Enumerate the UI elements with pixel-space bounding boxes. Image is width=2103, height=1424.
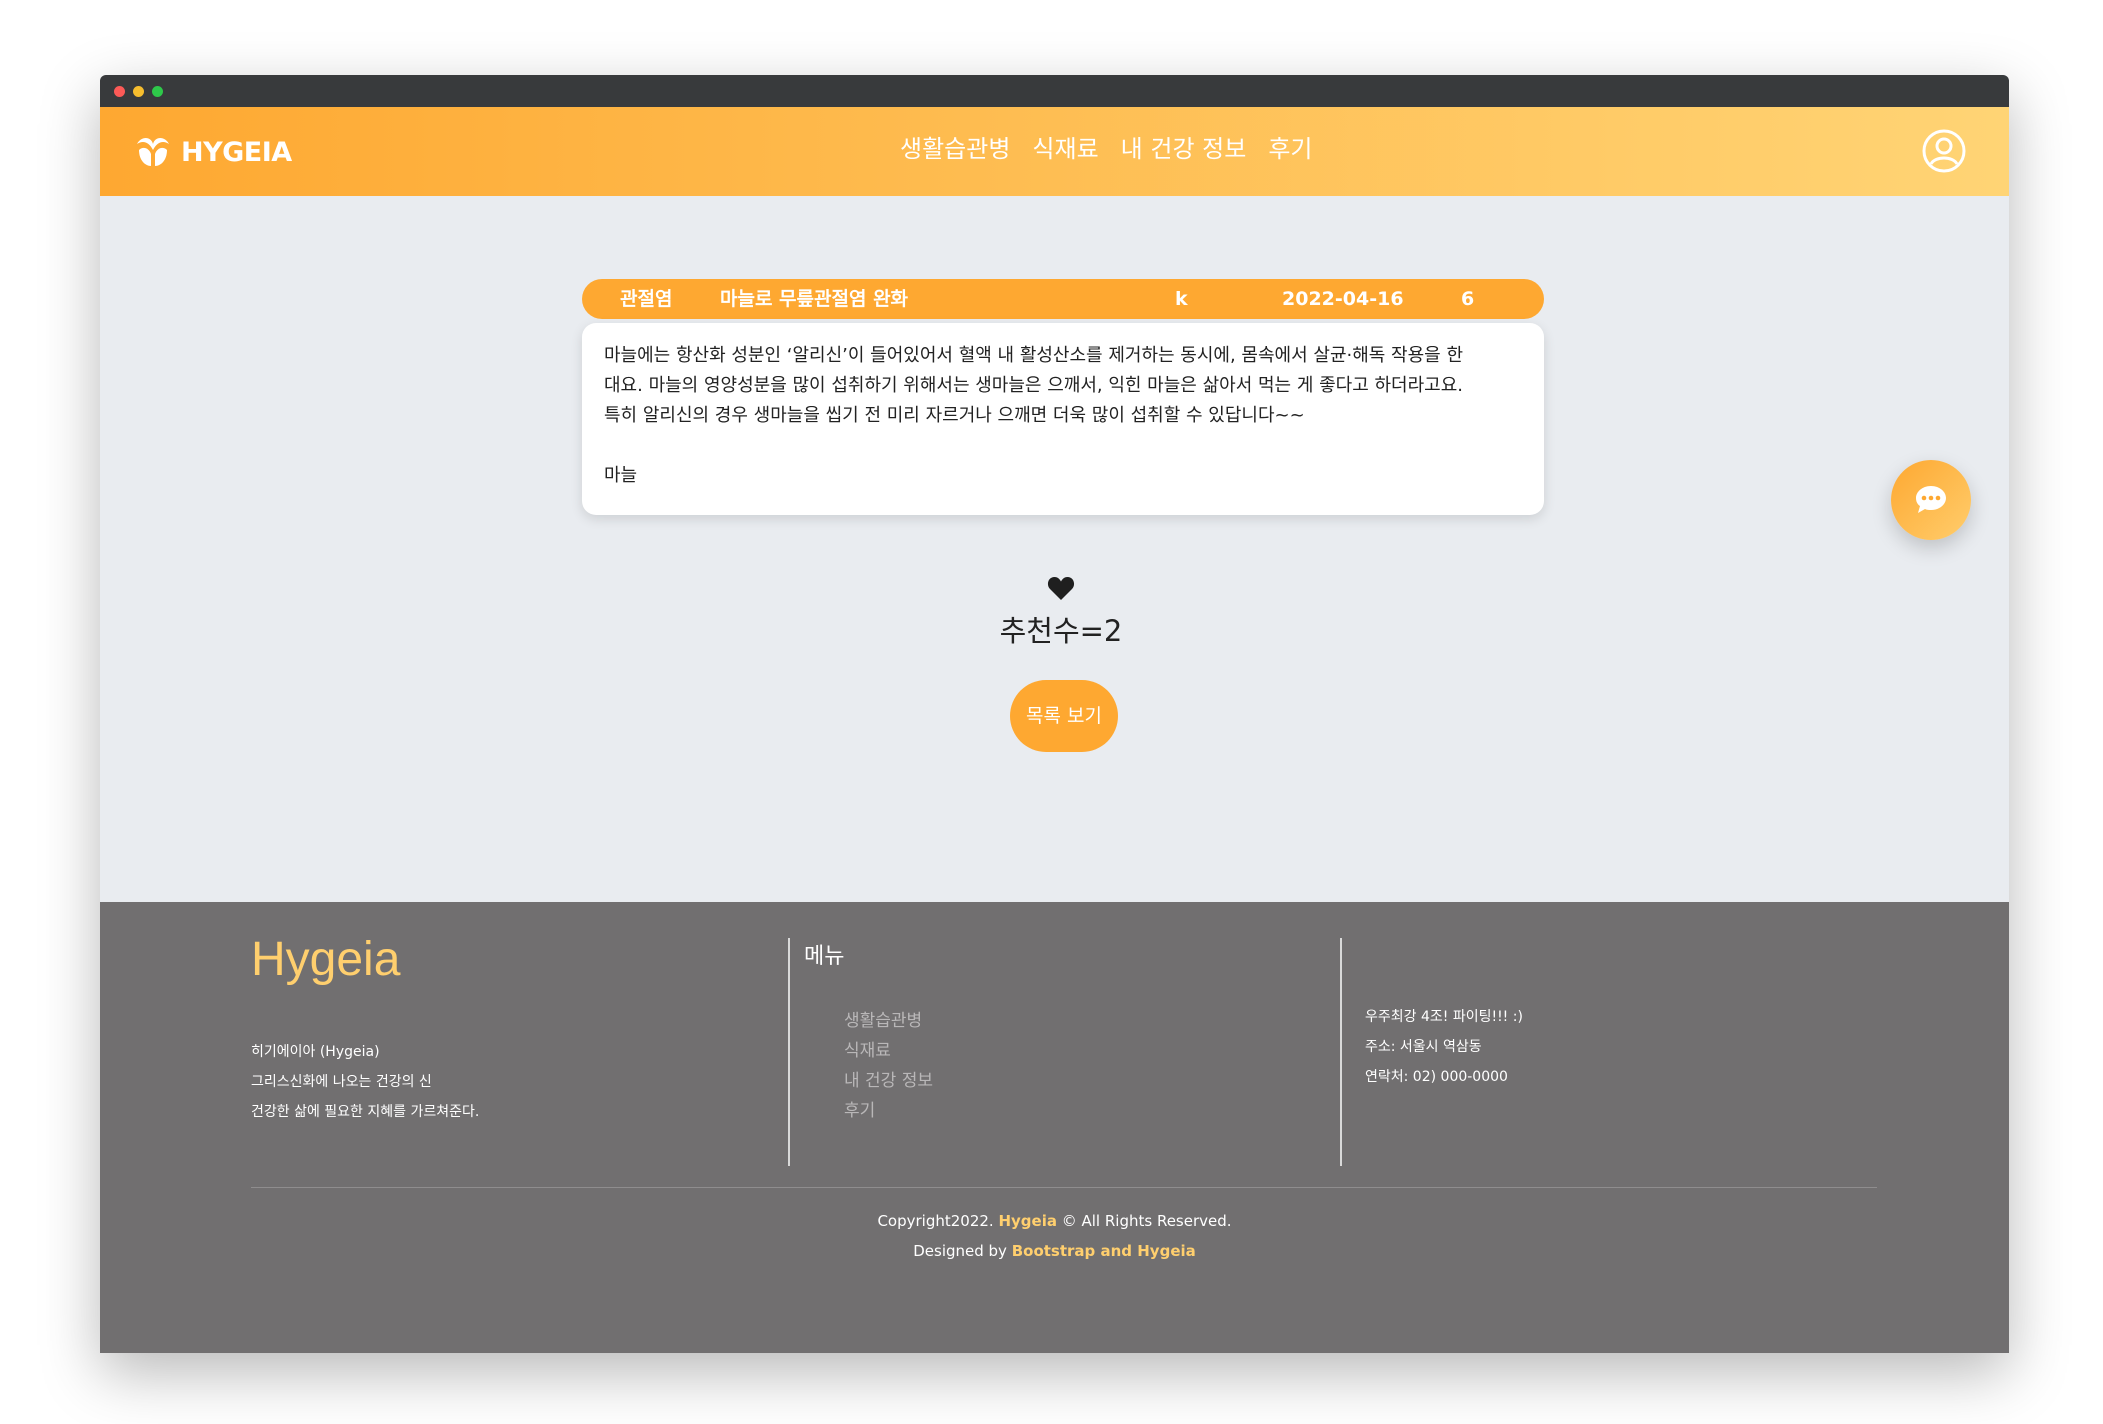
- post-body: 마늘에는 항산화 성분인 ‘알리신’이 들어있어서 혈액 내 활성산소를 제거하…: [582, 323, 1544, 515]
- copyright-prefix: Copyright2022.: [877, 1212, 999, 1230]
- footer-menu-item-ingredients[interactable]: 식재료: [844, 1036, 933, 1066]
- minimize-window-button[interactable]: [133, 86, 144, 97]
- footer-contact-line: 우주최강 4조! 파이팅!!! :): [1365, 1009, 1523, 1025]
- window-titlebar: [100, 75, 2009, 107]
- post-header: 관절염 마늘로 무릎관절염 완화 k 2022-04-16 6: [582, 279, 1544, 319]
- browser-window: HYGEIA 생활습관병 식재료 내 건강 정보 후기 관절염 마늘로 무릎관절…: [100, 75, 2009, 1353]
- brand-logo[interactable]: HYGEIA: [133, 133, 292, 171]
- post-date: 2022-04-16: [1282, 288, 1404, 310]
- footer-menu-item-reviews[interactable]: 후기: [844, 1096, 933, 1126]
- footer-horizontal-divider: [251, 1187, 1877, 1188]
- copyright-brand: Hygeia: [998, 1212, 1057, 1230]
- footer-divider: [1340, 938, 1342, 1166]
- footer-menu-item-my-health[interactable]: 내 건강 정보: [844, 1066, 933, 1096]
- nav-link-ingredients[interactable]: 식재료: [1032, 129, 1098, 169]
- site-footer: Hygeia 히기에이아 (Hygeia) 그리스신화에 나오는 건강의 신 건…: [100, 902, 2009, 1353]
- chat-button[interactable]: [1891, 460, 1971, 540]
- post-card: 관절염 마늘로 무릎관절염 완화 k 2022-04-16 6 마늘에는 항산화…: [582, 279, 1544, 515]
- post-body-line: 대요. 마늘의 영양성분을 많이 섭취하기 위해서는 생마늘은 으깨서, 익힌 …: [604, 375, 1464, 396]
- close-window-button[interactable]: [114, 86, 125, 97]
- recommend-count: 추천수=2: [999, 614, 1123, 648]
- nav-link-lifestyle-disease[interactable]: 생활습관병: [900, 129, 1010, 169]
- post-body-line: 특히 알리신의 경우 생마늘을 씹기 전 미리 자르거나 으깨면 더욱 많이 섭…: [604, 405, 1305, 426]
- post-author: k: [1175, 288, 1188, 310]
- footer-menu: 생활습관병 식재료 내 건강 정보 후기: [844, 1006, 933, 1126]
- main-nav: 생활습관병 식재료 내 건강 정보 후기: [900, 129, 1313, 169]
- footer-desc-line: 히기에이아 (Hygeia): [251, 1044, 380, 1060]
- designed-by-prefix: Designed by: [913, 1242, 1012, 1260]
- post-category: 관절염: [620, 288, 673, 310]
- designed-by-line: Designed by Bootstrap and Hygeia: [100, 1236, 2009, 1266]
- footer-contact-line: 연락처: 02) 000-0000: [1365, 1069, 1508, 1085]
- footer-menu-title: 메뉴: [804, 944, 845, 969]
- footer-desc-line: 건강한 삶에 필요한 지혜를 가르쳐준다.: [251, 1104, 480, 1120]
- post-title: 마늘로 무릎관절염 완화: [720, 288, 909, 310]
- post-body-line: 마늘에는 항산화 성분인 ‘알리신’이 들어있어서 혈액 내 활성산소를 제거하…: [604, 345, 1464, 366]
- hygeia-logo-icon: [137, 138, 169, 166]
- footer-contact: 우주최강 4조! 파이팅!!! :) 주소: 서울시 역삼동 연락처: 02) …: [1365, 1002, 1523, 1092]
- heart-icon[interactable]: [1047, 575, 1075, 601]
- footer-title: Hygeia: [251, 933, 401, 986]
- footer-description: 히기에이아 (Hygeia) 그리스신화에 나오는 건강의 신 건강한 삶에 필…: [251, 1037, 479, 1127]
- post-ingredient: 마늘: [604, 465, 638, 486]
- chat-bubble-icon: [1916, 486, 1946, 513]
- designed-by-link[interactable]: Bootstrap and Hygeia: [1012, 1242, 1196, 1260]
- footer-contact-line: 주소: 서울시 역삼동: [1365, 1039, 1482, 1055]
- back-to-list-button[interactable]: 목록 보기: [1010, 680, 1118, 752]
- brand-name: HYGEIA: [181, 136, 292, 168]
- post-views: 6: [1461, 288, 1475, 310]
- user-circle-icon[interactable]: [1922, 129, 1966, 173]
- footer-copyright: Copyright2022. Hygeia © All Rights Reser…: [100, 1206, 2009, 1266]
- nav-link-reviews[interactable]: 후기: [1268, 129, 1312, 169]
- top-navbar: HYGEIA 생활습관병 식재료 내 건강 정보 후기: [100, 107, 2009, 196]
- maximize-window-button[interactable]: [152, 86, 163, 97]
- footer-divider: [788, 938, 790, 1166]
- footer-desc-line: 그리스신화에 나오는 건강의 신: [251, 1074, 432, 1090]
- footer-menu-item-lifestyle-disease[interactable]: 생활습관병: [844, 1006, 933, 1036]
- nav-link-my-health[interactable]: 내 건강 정보: [1121, 129, 1247, 169]
- copyright-suffix: © All Rights Reserved.: [1056, 1212, 1232, 1230]
- copyright-line: Copyright2022. Hygeia © All Rights Reser…: [100, 1206, 2009, 1236]
